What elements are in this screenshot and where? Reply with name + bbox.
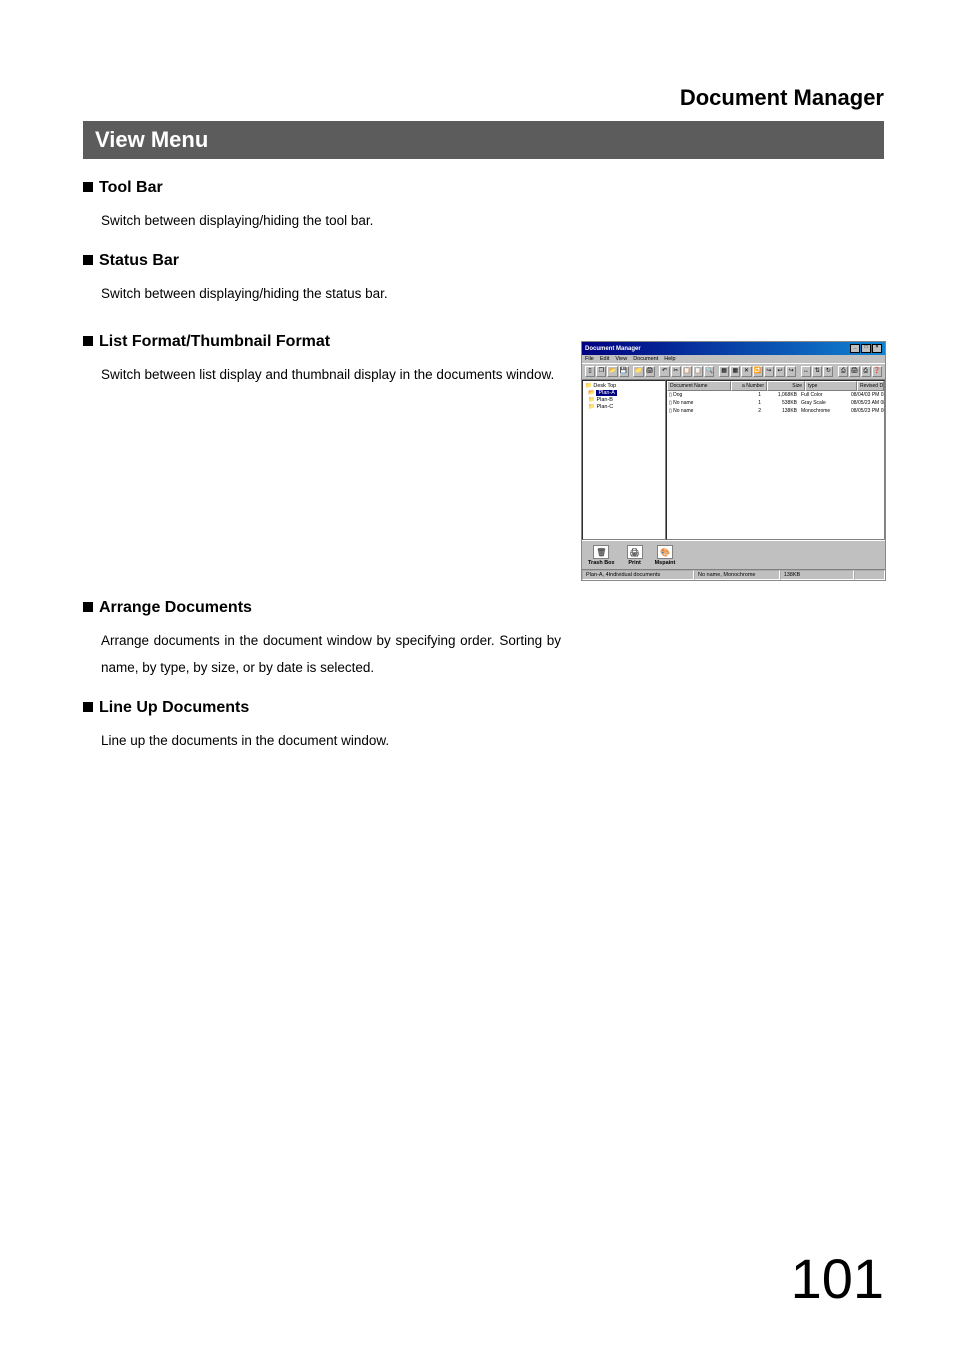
toolbar-button[interactable]: ↔ bbox=[801, 366, 811, 377]
body-text: Line up the documents in the document wi… bbox=[101, 727, 884, 754]
tree-item[interactable]: 📁 Plan-B bbox=[585, 397, 663, 403]
toolbar-button[interactable]: ↩ bbox=[775, 366, 785, 377]
col-header-date[interactable]: Revised Date bbox=[857, 381, 884, 391]
toolbar-button[interactable]: ↻ bbox=[823, 366, 833, 377]
sub-heading-lineup: Line Up Documents bbox=[83, 699, 884, 717]
toolbar-button[interactable]: 📋 bbox=[693, 366, 703, 377]
menu-view[interactable]: View bbox=[615, 356, 627, 362]
trash-icon: 🗑 bbox=[593, 545, 609, 559]
document-list[interactable]: Document Name a Number Size type Revised… bbox=[666, 380, 885, 540]
menu-help[interactable]: Help bbox=[664, 356, 675, 362]
tree-root[interactable]: 📁 Desk Top bbox=[585, 383, 663, 389]
toolbar-button[interactable]: ↪ bbox=[764, 366, 774, 377]
window-titlebar: Document Manager _ □ × bbox=[582, 342, 885, 355]
status-path: Plan-A, 4Individual documents bbox=[582, 570, 694, 580]
toolbar-button[interactable]: ▦ bbox=[719, 366, 729, 377]
link-bar: 🗑 Trash Box 🖨 Print 🎨 Mspaint bbox=[582, 540, 885, 569]
link-mspaint[interactable]: 🎨 Mspaint bbox=[655, 545, 676, 566]
toolbar-button[interactable]: 📁 bbox=[633, 366, 643, 377]
status-grip bbox=[854, 570, 885, 580]
tool-bar: ▯ ❐ 📂 💾 📁 🖨 ↶ ✂ 📋 📋 🔍 ▦ ▦ ✕ bbox=[582, 363, 885, 380]
col-header-type[interactable]: type bbox=[805, 381, 857, 391]
col-header-number[interactable]: a Number bbox=[731, 381, 767, 391]
toolbar-button[interactable]: ▦ bbox=[730, 366, 740, 377]
sub-heading-list-format: List Format/Thumbnail Format bbox=[83, 333, 563, 351]
toolbar-button[interactable]: ⎙ bbox=[838, 366, 848, 377]
menu-document[interactable]: Document bbox=[633, 356, 658, 362]
sub-heading-label: Status Bar bbox=[99, 252, 179, 269]
list-item[interactable]: ▯ No name 1 538KB Gray Scale 08/05/23 AM… bbox=[667, 399, 884, 407]
bullet-icon bbox=[83, 336, 93, 346]
toolbar-button[interactable]: ⎙ bbox=[861, 366, 871, 377]
toolbar-button[interactable]: ❐ bbox=[596, 366, 606, 377]
close-icon[interactable]: × bbox=[872, 344, 882, 353]
status-doc: No name, Monochrome bbox=[694, 570, 780, 580]
sub-heading-label: List Format/Thumbnail Format bbox=[99, 333, 330, 350]
menu-bar: File Edit View Document Help bbox=[582, 355, 885, 363]
bullet-icon bbox=[83, 702, 93, 712]
toolbar-button[interactable]: 💾 bbox=[619, 366, 629, 377]
toolbar-button[interactable]: ✂ bbox=[671, 366, 681, 377]
toolbar-button[interactable]: ↶ bbox=[659, 366, 669, 377]
body-text: Switch between displaying/hiding the sta… bbox=[101, 280, 884, 307]
window-title: Document Manager bbox=[585, 346, 641, 352]
status-size: 138KB bbox=[780, 570, 854, 580]
toolbar-button[interactable]: 🔍 bbox=[704, 366, 714, 377]
col-header-name[interactable]: Document Name bbox=[667, 381, 731, 391]
toolbar-button[interactable]: ↪ bbox=[786, 366, 796, 377]
link-trash[interactable]: 🗑 Trash Box bbox=[588, 545, 615, 566]
paint-icon: 🎨 bbox=[657, 545, 673, 559]
page-number: 101 bbox=[791, 1246, 884, 1311]
bullet-icon bbox=[83, 255, 93, 265]
sub-heading-status-bar: Status Bar bbox=[83, 252, 884, 270]
bullet-icon bbox=[83, 182, 93, 192]
toolbar-button[interactable]: ▯ bbox=[585, 366, 595, 377]
sub-heading-label: Tool Bar bbox=[99, 179, 163, 196]
minimize-icon[interactable]: _ bbox=[850, 344, 860, 353]
menu-file[interactable]: File bbox=[585, 356, 594, 362]
toolbar-button[interactable]: 📂 bbox=[607, 366, 617, 377]
toolbar-button[interactable]: 🖨 bbox=[645, 366, 655, 377]
app-screenshot: Document Manager _ □ × File Edit View Do… bbox=[581, 341, 886, 581]
toolbar-button[interactable]: 📋 bbox=[682, 366, 692, 377]
list-header: Document Name a Number Size type Revised… bbox=[667, 381, 884, 391]
toolbar-button[interactable]: 🔁 bbox=[753, 366, 763, 377]
tree-item[interactable]: 📂 Plan-A bbox=[585, 390, 663, 396]
tree-item[interactable]: 📁 Plan-C bbox=[585, 404, 663, 410]
link-print[interactable]: 🖨 Print bbox=[627, 545, 643, 566]
sub-heading-label: Line Up Documents bbox=[99, 699, 249, 716]
sub-heading-tool-bar: Tool Bar bbox=[83, 179, 884, 197]
toolbar-button[interactable]: 🖨 bbox=[849, 366, 859, 377]
list-item[interactable]: ▯ Dog 1 1,068KB Full Color 08/04/03 PM 0… bbox=[667, 391, 884, 399]
printer-icon: 🖨 bbox=[627, 545, 643, 559]
sub-heading-label: Arrange Documents bbox=[99, 599, 252, 616]
bullet-icon bbox=[83, 602, 93, 612]
sub-heading-arrange: Arrange Documents bbox=[83, 599, 884, 617]
list-item[interactable]: ▯ No name 2 138KB Monochrome 08/05/23 PM… bbox=[667, 407, 884, 415]
folder-tree[interactable]: 📁 Desk Top 📂 Plan-A 📁 Plan-B 📁 Plan-C bbox=[582, 380, 666, 540]
body-text: Arrange documents in the document window… bbox=[101, 627, 561, 681]
toolbar-button[interactable]: ✕ bbox=[741, 366, 751, 377]
status-bar: Plan-A, 4Individual documents No name, M… bbox=[582, 569, 885, 580]
maximize-icon[interactable]: □ bbox=[861, 344, 871, 353]
section-heading: View Menu bbox=[83, 121, 884, 159]
body-text: Switch between list display and thumbnai… bbox=[101, 361, 563, 388]
body-text: Switch between displaying/hiding the too… bbox=[101, 207, 884, 234]
toolbar-button[interactable]: ❓ bbox=[872, 366, 882, 377]
page-title: Document Manager bbox=[83, 85, 884, 111]
col-header-size[interactable]: Size bbox=[767, 381, 805, 391]
menu-edit[interactable]: Edit bbox=[600, 356, 609, 362]
toolbar-button[interactable]: ⇅ bbox=[812, 366, 822, 377]
